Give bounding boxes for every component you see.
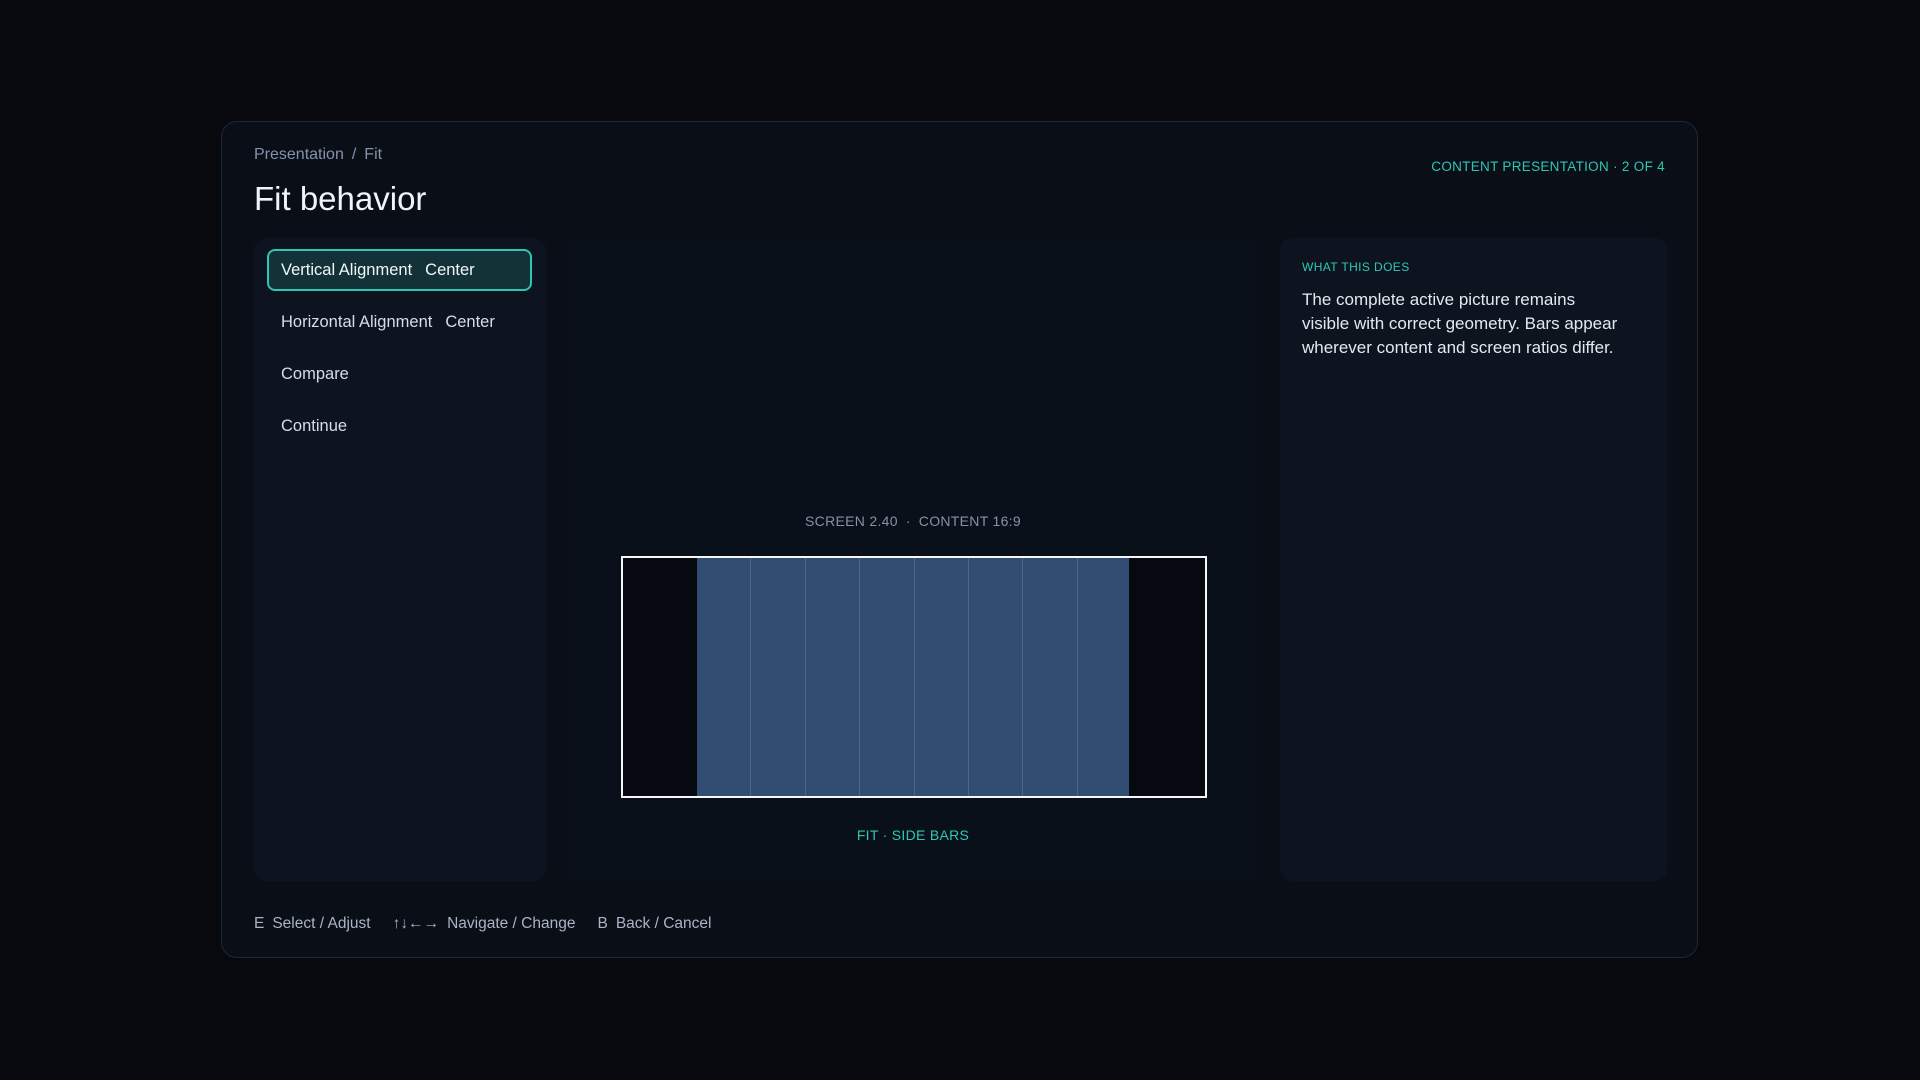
screen-ratio-label: SCREEN 2.40 bbox=[805, 513, 898, 529]
screen-frame bbox=[621, 556, 1207, 798]
content-stripe bbox=[915, 558, 969, 796]
hint-action: Back / Cancel bbox=[615, 915, 712, 932]
control-hints: E Select / Adjust ↑↓←→ Navigate / Change B… bbox=[254, 915, 711, 933]
page-title: Fit behavior bbox=[254, 180, 427, 217]
content-ratio-label: CONTENT 16:9 bbox=[918, 513, 1021, 529]
fit-preview: SCREEN 2.40 · CONTENT 16:9 FIT · SIDE BARS bbox=[568, 238, 1258, 881]
breadcrumb: Presentation / Fit bbox=[254, 146, 382, 164]
menu-item-label: Vertical Alignment bbox=[281, 260, 413, 279]
menu-item-horizontal-alignment[interactable]: Horizontal Alignment Center bbox=[267, 301, 532, 343]
hint-navigate: ↑↓←→ Navigate / Change bbox=[393, 915, 576, 933]
hint-action: Navigate / Change bbox=[447, 915, 576, 932]
hint-action: Select / Adjust bbox=[272, 915, 371, 932]
caption-separator: · bbox=[905, 513, 911, 529]
menu-item-value: Center bbox=[445, 312, 495, 331]
options-menu: Vertical Alignment Center Horizontal Ali… bbox=[254, 238, 546, 881]
step-progress-label: CONTENT PRESENTATION · 2 OF 4 bbox=[1431, 159, 1665, 174]
menu-item-value: Center bbox=[425, 260, 475, 279]
hint-key: ↑↓←→ bbox=[392, 915, 440, 932]
content-picture bbox=[697, 558, 1131, 796]
hint-key: E bbox=[254, 915, 265, 932]
hint-select: E Select / Adjust bbox=[254, 915, 371, 933]
hint-back: B Back / Cancel bbox=[597, 915, 711, 933]
content-stripe bbox=[969, 558, 1024, 796]
content-stripe bbox=[860, 558, 915, 796]
breadcrumb-parent[interactable]: Presentation bbox=[254, 146, 344, 163]
content-stripe bbox=[1023, 558, 1078, 796]
info-heading: WHAT THIS DOES bbox=[1302, 260, 1410, 274]
menu-item-label: Horizontal Alignment bbox=[281, 312, 433, 331]
info-description: The complete active picture remains visi… bbox=[1302, 290, 1618, 357]
content-stripe bbox=[751, 558, 806, 796]
fit-behavior-panel: Presentation / Fit Fit behavior CONTENT PR… bbox=[221, 121, 1698, 958]
menu-item-vertical-alignment[interactable]: Vertical Alignment Center bbox=[267, 249, 532, 291]
preview-caption: SCREEN 2.40 · CONTENT 16:9 bbox=[568, 513, 1258, 529]
menu-item-continue[interactable]: Continue bbox=[267, 405, 532, 447]
right-side-bar bbox=[1129, 558, 1205, 796]
breadcrumb-separator: / bbox=[351, 146, 357, 163]
left-side-bar bbox=[623, 558, 697, 796]
content-stripe bbox=[806, 558, 861, 796]
menu-item-label: Continue bbox=[281, 416, 348, 435]
content-stripe bbox=[1078, 558, 1131, 796]
menu-item-compare[interactable]: Compare bbox=[267, 353, 532, 395]
menu-item-label: Compare bbox=[281, 364, 349, 383]
fit-mode-label: FIT · SIDE BARS bbox=[856, 827, 970, 843]
info-panel: WHAT THIS DOES The complete active pictu… bbox=[1280, 238, 1667, 881]
hint-key: B bbox=[597, 915, 608, 932]
content-stripe bbox=[697, 558, 752, 796]
breadcrumb-current: Fit bbox=[364, 146, 383, 163]
